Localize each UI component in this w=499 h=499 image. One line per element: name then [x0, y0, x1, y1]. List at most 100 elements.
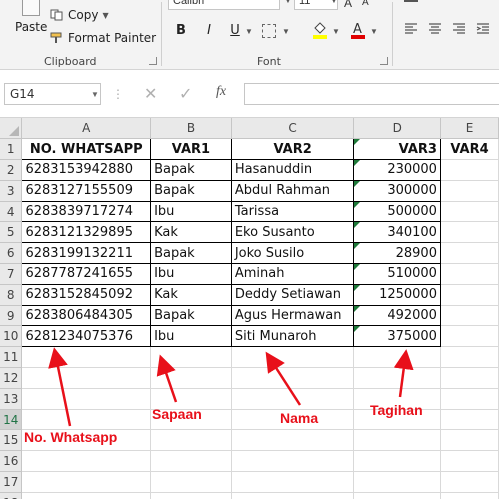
cell-c15[interactable]: [231, 429, 355, 452]
cell-e14[interactable]: [440, 409, 499, 431]
bold-button[interactable]: B: [172, 22, 190, 40]
row-header[interactable]: 13: [0, 388, 23, 410]
cell-c5[interactable]: Eko Susanto: [231, 221, 355, 244]
cell-a9[interactable]: 6283806484305: [21, 305, 152, 327]
cell-e12[interactable]: [440, 367, 499, 389]
name-box-dropdown-icon[interactable]: ▼: [91, 90, 99, 99]
select-all-corner[interactable]: [0, 118, 23, 140]
cell-d16[interactable]: [353, 450, 441, 473]
row-header[interactable]: 8: [0, 284, 23, 306]
borders-icon[interactable]: [262, 24, 276, 38]
copy-button[interactable]: Copy ▼: [50, 8, 109, 22]
font-color-icon[interactable]: A: [350, 20, 366, 40]
column-header-b[interactable]: B: [150, 118, 232, 140]
cell-c9[interactable]: Agus Hermawan: [231, 305, 355, 327]
row-header[interactable]: 16: [0, 450, 23, 473]
column-header-a[interactable]: A: [21, 118, 152, 140]
cell-a13[interactable]: [21, 388, 152, 410]
underline-button[interactable]: U: [226, 22, 244, 40]
row-header[interactable]: 12: [0, 367, 23, 389]
cell-a3[interactable]: 6283127155509: [21, 180, 152, 202]
cell-c18[interactable]: [231, 492, 355, 499]
cell-c10[interactable]: Siti Munaroh: [231, 325, 355, 348]
cell-e18[interactable]: [440, 492, 499, 499]
row-header[interactable]: 6: [0, 242, 23, 265]
cell-b10[interactable]: Ibu: [150, 325, 232, 348]
font-color-dropdown-icon[interactable]: ▼: [370, 27, 378, 36]
cell-d8[interactable]: 1250000: [353, 284, 441, 306]
cell-c17[interactable]: [231, 471, 355, 493]
font-name-select[interactable]: Calibri: [168, 0, 280, 10]
cell-e2[interactable]: [440, 159, 499, 181]
row-header[interactable]: 14: [0, 409, 23, 431]
cell-a17[interactable]: [21, 471, 152, 493]
cell-d3[interactable]: 300000: [353, 180, 441, 202]
cell-c13[interactable]: [231, 388, 355, 410]
cell-b13[interactable]: [150, 388, 232, 410]
cell-e9[interactable]: [440, 305, 499, 327]
cell-d9[interactable]: 492000: [353, 305, 441, 327]
fill-color-dropdown-icon[interactable]: ▼: [332, 27, 340, 36]
cell-d15[interactable]: [353, 429, 441, 452]
cell-e17[interactable]: [440, 471, 499, 493]
row-header[interactable]: 15: [0, 429, 23, 452]
cell-c3[interactable]: Abdul Rahman: [231, 180, 355, 202]
decrease-font-icon[interactable]: A: [362, 0, 369, 8]
font-size-dropdown-icon[interactable]: ▼: [330, 0, 338, 5]
cell-a6[interactable]: 6283199132211: [21, 242, 152, 265]
cell-c4[interactable]: Tarissa: [231, 201, 355, 223]
cell-a4[interactable]: 6283839717274: [21, 201, 152, 223]
row-header[interactable]: 9: [0, 305, 23, 327]
cell-a2[interactable]: 6283153942880: [21, 159, 152, 181]
row-header[interactable]: 17: [0, 471, 23, 493]
formula-bar-grip-icon[interactable]: ⋮: [112, 87, 124, 101]
cell-d6[interactable]: 28900: [353, 242, 441, 265]
cell-a15[interactable]: [21, 429, 152, 452]
cell-b9[interactable]: Bapak: [150, 305, 232, 327]
cell-e3[interactable]: [440, 180, 499, 202]
cell-d13[interactable]: [353, 388, 441, 410]
cell-e10[interactable]: [440, 325, 499, 348]
cell-d18[interactable]: [353, 492, 441, 499]
paste-button[interactable]: Paste: [4, 0, 47, 40]
cell-b18[interactable]: [150, 492, 232, 499]
cell-d4[interactable]: 500000: [353, 201, 441, 223]
cell-c1[interactable]: VAR2: [231, 138, 355, 161]
cell-a11[interactable]: [21, 346, 152, 369]
cell-c2[interactable]: Hasanuddin: [231, 159, 355, 181]
cell-b3[interactable]: Bapak: [150, 180, 232, 202]
formula-input[interactable]: [244, 83, 499, 105]
cell-c7[interactable]: Aminah: [231, 263, 355, 285]
cell-a12[interactable]: [21, 367, 152, 389]
column-header-e[interactable]: E: [440, 118, 499, 140]
cell-d7[interactable]: 510000: [353, 263, 441, 285]
cell-c11[interactable]: [231, 346, 355, 369]
cell-b16[interactable]: [150, 450, 232, 473]
increase-font-icon[interactable]: A: [344, 0, 352, 10]
cell-a5[interactable]: 6283121329895: [21, 221, 152, 244]
cell-b14[interactable]: [150, 409, 232, 431]
row-header[interactable]: 7: [0, 263, 23, 285]
cell-b17[interactable]: [150, 471, 232, 493]
cell-c6[interactable]: Joko Susilo: [231, 242, 355, 265]
cell-d1[interactable]: VAR3: [353, 138, 441, 161]
cell-b8[interactable]: Kak: [150, 284, 232, 306]
cell-e11[interactable]: [440, 346, 499, 369]
cell-e8[interactable]: [440, 284, 499, 306]
cell-e13[interactable]: [440, 388, 499, 410]
italic-button[interactable]: I: [200, 22, 218, 40]
cell-e6[interactable]: [440, 242, 499, 265]
cell-b5[interactable]: Kak: [150, 221, 232, 244]
indent-icon[interactable]: [476, 22, 490, 41]
column-header-d[interactable]: D: [353, 118, 441, 140]
align-right-icon[interactable]: [452, 22, 466, 41]
cell-a14[interactable]: [21, 409, 152, 431]
cell-c14[interactable]: [231, 409, 355, 431]
cell-a16[interactable]: [21, 450, 152, 473]
cell-b6[interactable]: Bapak: [150, 242, 232, 265]
cancel-icon[interactable]: ✕: [144, 84, 157, 104]
fill-color-icon[interactable]: [312, 20, 328, 40]
cell-e5[interactable]: [440, 221, 499, 244]
cell-b1[interactable]: VAR1: [150, 138, 232, 161]
cell-c16[interactable]: [231, 450, 355, 473]
